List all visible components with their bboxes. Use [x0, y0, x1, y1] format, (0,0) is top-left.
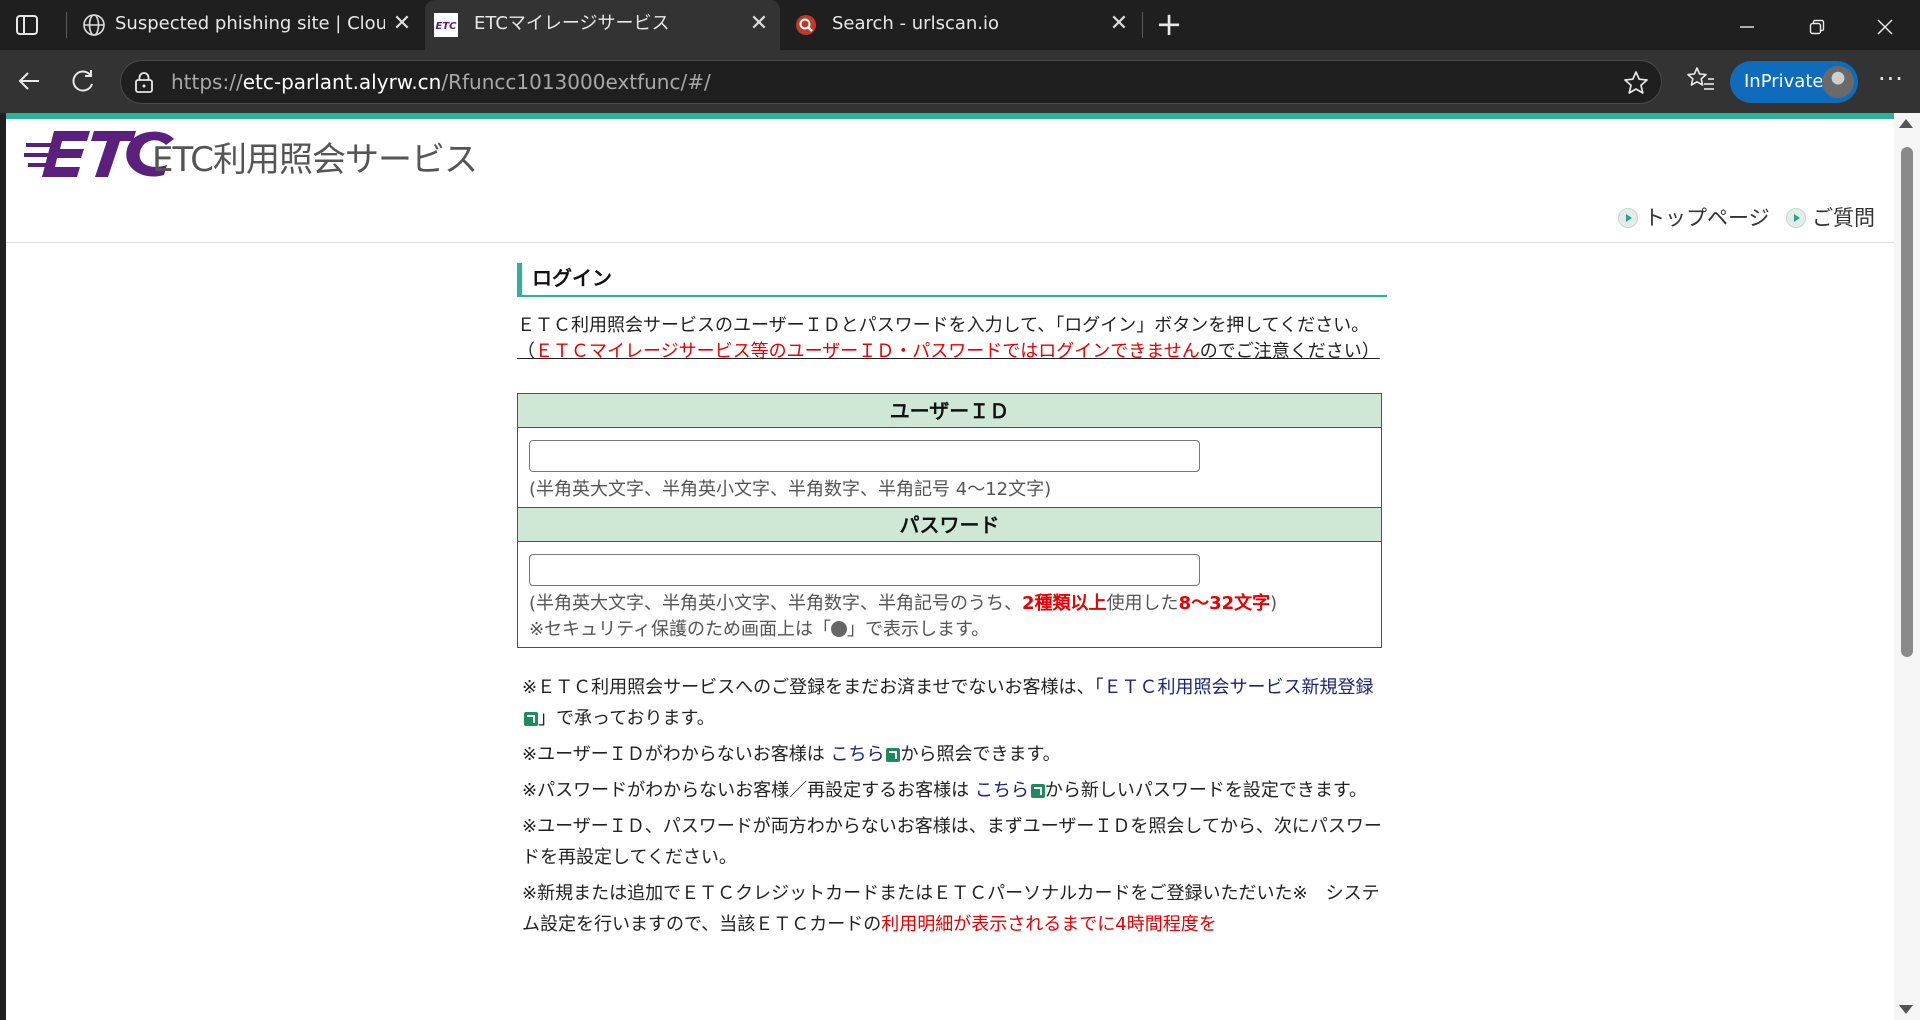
user-id-hint: (半角英大文字、半角英小文字、半角数字、半角記号 4～12文字) [529, 479, 1052, 500]
login-form: ユーザーＩＤ (半角英大文字、半角英小文字、半角数字、半角記号 4～12文字) … [517, 393, 1382, 648]
tab-title: Search - urlscan.io [832, 13, 1000, 34]
site-header: ETC利用照会サービス トップページ ご質問 [6, 119, 1894, 243]
note-new-card: ※新規または追加でＥＴＣクレジットカードまたはＥＴＣパーソナルカードをご登録いた… [522, 878, 1387, 940]
password-hint-length: 8～32文字 [1178, 593, 1271, 614]
url-host: etc-parlant.alyrw.cn [242, 70, 442, 94]
svg-text:ETC: ETC [436, 21, 458, 32]
password-hint-types: 2種類以上 [1022, 593, 1107, 614]
faq-link[interactable]: ご質問 [1786, 203, 1875, 233]
user-id-label: ユーザーＩＤ [518, 394, 1381, 428]
warning-prefix: （ [517, 341, 535, 362]
scroll-up-icon[interactable] [1899, 119, 1913, 128]
password-cell: (半角英大文字、半角英小文字、半角数字、半角記号のうち、2種類以上使用した8～3… [518, 542, 1381, 647]
tab-title: Suspected phishing site | Cloudfla [115, 13, 385, 34]
scrollbar-thumb[interactable] [1901, 147, 1913, 657]
masked-dot-icon [831, 621, 848, 637]
page-viewport: ETC利用照会サービス トップページ ご質問 ログイン ＥＴＣ利用照会サービスの… [6, 113, 1920, 1020]
password-hint-mid: 使用した [1106, 593, 1179, 614]
warning-text: （ＥＴＣマイレージサービス等のユーザーＩＤ・パスワードではログインできませんので… [517, 339, 1387, 365]
minimize-icon [1740, 25, 1754, 28]
close-icon [1877, 18, 1893, 35]
login-section: ログイン ＥＴＣ利用照会サービスのユーザーＩＤとパスワードを入力して、「ログイン… [517, 263, 1387, 945]
intro-text: ＥＴＣ利用照会サービスのユーザーＩＤとパスワードを入力して、「ログイン」ボタンを… [517, 315, 1370, 336]
note-text: から新しいパスワードを設定できます。 [1044, 780, 1368, 801]
tab-cloudflare[interactable]: Suspected phishing site | Cloudfla ✕ [70, 0, 420, 50]
logo-text: ETC利用照会サービス [152, 140, 478, 180]
external-link-icon [524, 712, 538, 726]
note-text: ※ＥＴＣ利用照会サービスへのご登録をまだお済ませでないお客様は、「 [522, 677, 1104, 698]
tab-etc-mileage[interactable]: ETC ETCマイレージサービス ✕ [425, 0, 780, 50]
note-text: ※パスワードがわからないお客様／再設定するお客様は [522, 780, 970, 801]
back-icon[interactable] [12, 64, 46, 98]
more-options-button[interactable]: ··· [1874, 64, 1908, 98]
arrow-circle-icon [1786, 208, 1806, 228]
restore-icon [1809, 19, 1825, 34]
globe-icon [83, 14, 105, 36]
close-tab-icon[interactable]: ✕ [747, 12, 771, 36]
url-scheme: https:// [171, 70, 243, 94]
top-page-link[interactable]: トップページ [1618, 203, 1770, 233]
note-text: から照会できます。 [900, 744, 1061, 765]
arrow-circle-icon [1618, 208, 1638, 228]
close-tab-icon[interactable]: ✕ [1107, 12, 1131, 36]
warning-red-text: ＥＴＣマイレージサービス等のユーザーＩＤ・パスワードではログインできません [535, 341, 1200, 362]
etc-logo-icon: ETC [434, 13, 458, 37]
close-tab-icon[interactable]: ✕ [390, 12, 414, 36]
browser-toolbar: https://etc-parlant.alyrw.cn/Rfuncc10130… [0, 50, 1920, 113]
password-hint-suffix: ) [1270, 593, 1278, 614]
lock-icon[interactable] [133, 71, 155, 93]
notes-section: ※ＥＴＣ利用照会サービスへのご登録をまだお済ませでないお客様は、「ＥＴＣ利用照会… [517, 672, 1387, 940]
note-registration: ※ＥＴＣ利用照会サービスへのご登録をまだお済ませでないお客様は、「ＥＴＣ利用照会… [522, 672, 1387, 734]
note-red-text: 利用明細が表示されるまでに4時間程度を [881, 914, 1217, 935]
security-note: ※セキュリティ保護のため画面上は「 」で表示します。 [529, 617, 1370, 643]
tab-bar: Suspected phishing site | Cloudfla ✕ ETC… [0, 0, 1920, 50]
external-link-icon [886, 748, 901, 762]
forgot-id-link-label: こちら [830, 744, 885, 765]
faq-label: ご質問 [1812, 206, 1875, 230]
minimize-button[interactable] [1712, 0, 1782, 50]
address-bar[interactable]: https://etc-parlant.alyrw.cn/Rfuncc10130… [120, 60, 1662, 104]
security-note-suffix: 」で表示します。 [847, 619, 990, 640]
tab-separator [66, 12, 67, 38]
favorite-star-icon[interactable] [1623, 70, 1649, 96]
url-path: /Rfuncc1013000extfunc/#/ [441, 70, 711, 94]
note-forgot-password: ※パスワードがわからないお客様／再設定するお客様は こちら から新しいパスワードを… [522, 775, 1387, 806]
registration-link-label: ＥＴＣ利用照会サービス新規登録 [1103, 677, 1374, 698]
tab-title: ETCマイレージサービス [474, 13, 670, 34]
close-window-button[interactable] [1850, 0, 1920, 50]
inprivate-button[interactable]: InPrivate [1730, 61, 1858, 103]
new-tab-button[interactable]: + [1154, 8, 1184, 40]
tab-actions-icon[interactable] [14, 12, 40, 38]
urlscan-icon [796, 15, 816, 35]
vertical-scrollbar[interactable] [1894, 113, 1920, 1020]
refresh-icon[interactable] [66, 64, 100, 98]
password-hint: (半角英大文字、半角英小文字、半角数字、半角記号のうち、2種類以上使用した8～3… [529, 591, 1370, 617]
warning-suffix: のでご注意ください） [1199, 341, 1380, 362]
note-forgot-id: ※ユーザーＩＤがわからないお客様は こちら から照会できます。 [522, 739, 1387, 770]
note-text: ※ユーザーＩＤがわからないお客様は [522, 744, 825, 765]
page-title: ログイン [517, 263, 1387, 297]
forgot-password-link[interactable]: こちら [975, 780, 1045, 801]
tab-urlscan[interactable]: Search - urlscan.io ✕ [785, 0, 1135, 50]
user-id-input[interactable] [529, 440, 1200, 472]
password-input[interactable] [529, 554, 1200, 586]
password-hint-prefix: (半角英大文字、半角英小文字、半角数字、半角記号のうち、 [529, 593, 1023, 614]
restore-button[interactable] [1782, 0, 1852, 50]
tab-separator [1142, 12, 1143, 38]
favorites-icon[interactable] [1686, 65, 1716, 95]
external-link-icon [1030, 784, 1045, 798]
note-both-forgotten: ※ユーザーＩＤ、パスワードが両方わからないお客様は、まずユーザーＩＤを照会してか… [522, 816, 1382, 868]
forgot-password-link-label: こちら [974, 780, 1029, 801]
security-note-prefix: ※セキュリティ保護のため画面上は「 [529, 619, 832, 640]
forgot-id-link[interactable]: こちら [830, 744, 901, 765]
note-text: 」で承っております。 [538, 708, 715, 729]
scroll-down-icon[interactable] [1899, 1005, 1913, 1014]
password-label: パスワード [518, 508, 1381, 542]
url-text: https://etc-parlant.alyrw.cn/Rfuncc10130… [171, 61, 711, 103]
user-id-cell: (半角英大文字、半角英小文字、半角数字、半角記号 4～12文字) [518, 428, 1381, 508]
inprivate-label: InPrivate [1744, 71, 1824, 92]
top-page-label: トップページ [1644, 206, 1770, 230]
avatar [1822, 66, 1854, 98]
